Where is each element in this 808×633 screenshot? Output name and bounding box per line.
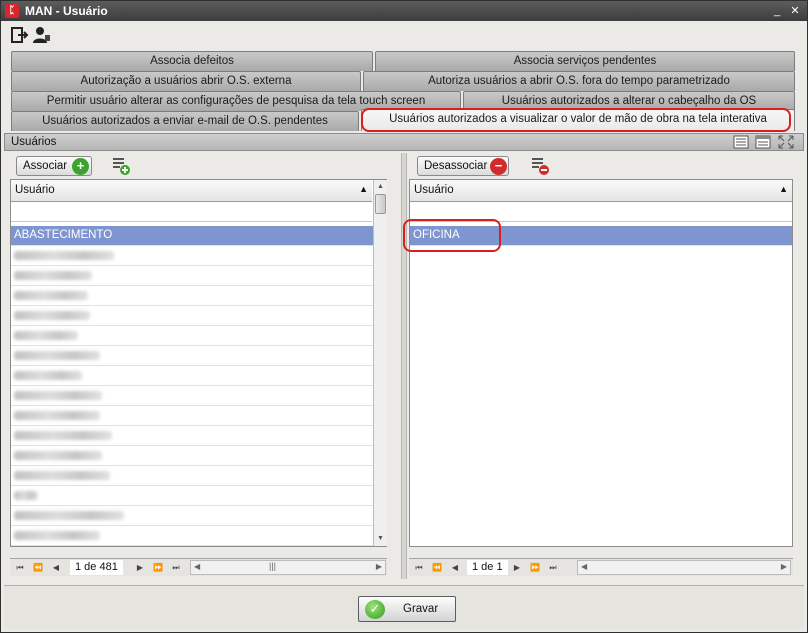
scroll-down-icon[interactable]: ▼ xyxy=(374,532,387,545)
add-icon: + xyxy=(72,158,89,175)
expand-icon[interactable] xyxy=(778,135,794,149)
main-window: ᛈ MAN - Usuário _ ✕ Associa defeitos Ass… xyxy=(0,0,808,633)
list-item-redacted[interactable] xyxy=(11,326,373,346)
list-item-redacted[interactable] xyxy=(11,406,373,426)
desassociar-button[interactable]: Desassociar − xyxy=(417,156,509,176)
last-page-icon[interactable]: ⏭ xyxy=(170,562,182,574)
associar-button-label: Associar xyxy=(23,160,68,172)
prev-page-icon[interactable]: ◀ xyxy=(449,562,461,574)
right-page-indicator: 1 de 1 xyxy=(467,560,508,575)
left-column-header: Usuário xyxy=(15,184,55,196)
tab-autorizacao-os-externa[interactable]: Autorização a usuários abrir O.S. extern… xyxy=(11,71,361,91)
minimize-button[interactable]: _ xyxy=(769,3,785,19)
sort-asc-icon: ▲ xyxy=(359,184,368,194)
list-item-redacted[interactable] xyxy=(11,246,373,266)
list-item-redacted[interactable] xyxy=(11,426,373,446)
list-item-redacted[interactable] xyxy=(11,506,373,526)
left-horizontal-scrollbar[interactable]: ◀ ||| ▶ xyxy=(190,560,386,575)
first-page-icon[interactable]: ⏮ xyxy=(14,562,26,574)
left-grid-header[interactable]: Usuário ▲ xyxy=(11,180,372,202)
prev-page-icon[interactable]: ◀ xyxy=(50,562,62,574)
exit-icon[interactable] xyxy=(11,26,29,44)
right-column-header: Usuário xyxy=(414,184,454,196)
sort-asc-icon: ▲ xyxy=(779,184,788,194)
left-user-grid: Usuário ▲ ABASTECIMENTO ▲ ▼ xyxy=(10,179,387,547)
tab-associa-servicos-pendentes[interactable]: Associa serviços pendentes xyxy=(375,51,795,71)
scroll-grip-icon[interactable]: ||| xyxy=(269,561,276,571)
associar-button[interactable]: Associar + xyxy=(16,156,92,176)
list-view-icon[interactable] xyxy=(733,135,749,149)
gravar-button-label: Gravar xyxy=(403,603,439,615)
list-item-redacted[interactable] xyxy=(11,386,373,406)
gravar-button[interactable]: ✓ Gravar xyxy=(358,596,456,622)
footer-bar: ✓ Gravar xyxy=(4,585,804,629)
list-item-redacted[interactable] xyxy=(11,366,373,386)
prev-block-icon[interactable]: ⏪ xyxy=(431,562,443,574)
window-title: MAN - Usuário xyxy=(25,4,108,18)
tab-autoriza-os-fora-tempo[interactable]: Autoriza usuários a abrir O.S. fora do t… xyxy=(363,71,795,91)
scroll-up-icon[interactable]: ▲ xyxy=(374,180,387,193)
detail-view-icon[interactable] xyxy=(755,135,771,149)
scroll-right-icon[interactable]: ▶ xyxy=(781,562,787,571)
toolbar xyxy=(1,21,807,49)
left-page-indicator: 1 de 481 xyxy=(70,560,123,575)
remove-icon: − xyxy=(490,158,507,175)
list-item-redacted[interactable] xyxy=(11,466,373,486)
right-horizontal-scrollbar[interactable]: ◀ ▶ xyxy=(577,560,791,575)
list-item-redacted[interactable] xyxy=(11,266,373,286)
remove-list-icon[interactable] xyxy=(531,157,549,175)
scroll-left-icon[interactable]: ◀ xyxy=(194,562,200,571)
left-panel: Associar + Usuário ▲ ABASTECIMENTO ▲ ▼ ⏮… xyxy=(4,151,401,581)
left-row-selected[interactable]: ABASTECIMENTO xyxy=(11,226,373,246)
close-button[interactable]: ✕ xyxy=(787,3,803,19)
app-logo-icon: ᛈ xyxy=(5,4,19,18)
right-pager: ⏮ ⏪ ◀ 1 de 1 ▶ ⏩ ⏭ ◀ ▶ xyxy=(409,558,793,576)
next-block-icon[interactable]: ⏩ xyxy=(152,562,164,574)
last-page-icon[interactable]: ⏭ xyxy=(547,562,559,574)
section-header: Usuários xyxy=(4,133,804,151)
left-vertical-scrollbar[interactable]: ▲ ▼ xyxy=(373,180,387,546)
title-bar: ᛈ MAN - Usuário _ ✕ xyxy=(1,1,807,21)
right-grid-header[interactable]: Usuário ▲ xyxy=(410,180,792,202)
tab-strip: Associa defeitos Associa serviços penden… xyxy=(1,51,807,132)
tab-associa-defeitos[interactable]: Associa defeitos xyxy=(11,51,373,71)
check-icon: ✓ xyxy=(365,600,385,619)
desassociar-button-label: Desassociar xyxy=(424,160,488,172)
prev-block-icon[interactable]: ⏪ xyxy=(32,562,44,574)
scroll-left-icon[interactable]: ◀ xyxy=(581,562,587,571)
list-item-redacted[interactable] xyxy=(11,526,373,546)
user-icon[interactable] xyxy=(33,26,51,44)
right-panel: Desassociar − Usuário ▲ OFICINA ⏮ ⏪ ◀ 1 … xyxy=(403,151,804,581)
list-item-redacted[interactable] xyxy=(11,306,373,326)
list-item-redacted[interactable] xyxy=(11,286,373,306)
tab-enviar-email-os[interactable]: Usuários autorizados a enviar e-mail de … xyxy=(11,111,359,131)
scroll-right-icon[interactable]: ▶ xyxy=(376,562,382,571)
highlight-ring-tab xyxy=(361,108,791,132)
list-item-redacted[interactable] xyxy=(11,486,373,506)
list-item-redacted[interactable] xyxy=(11,446,373,466)
list-item-redacted[interactable] xyxy=(11,346,373,366)
first-page-icon[interactable]: ⏮ xyxy=(413,562,425,574)
scroll-thumb[interactable] xyxy=(375,194,386,214)
next-page-icon[interactable]: ▶ xyxy=(134,562,146,574)
highlight-ring-row xyxy=(403,219,501,252)
left-pager: ⏮ ⏪ ◀ 1 de 481 ▶ ⏩ ⏭ ◀ ||| ▶ xyxy=(10,558,387,576)
add-list-icon[interactable] xyxy=(112,157,130,175)
next-page-icon[interactable]: ▶ xyxy=(511,562,523,574)
left-filter-row[interactable] xyxy=(11,202,372,222)
section-title: Usuários xyxy=(11,136,57,148)
next-block-icon[interactable]: ⏩ xyxy=(529,562,541,574)
